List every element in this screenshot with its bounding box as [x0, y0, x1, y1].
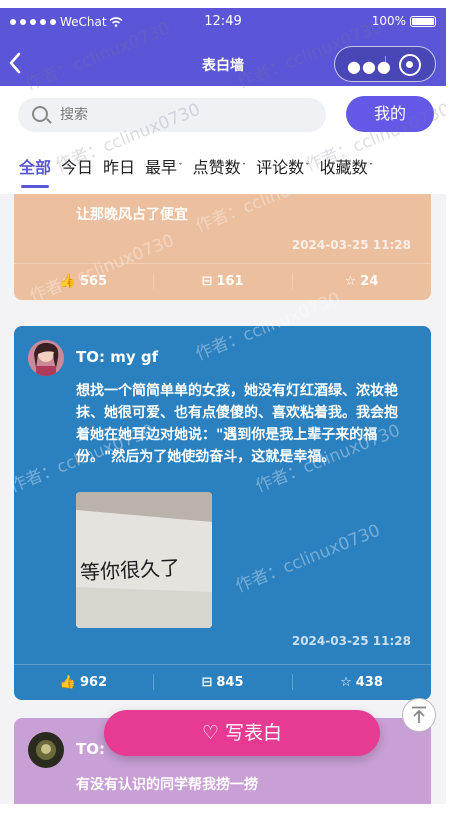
tab-label: 最早 [145, 158, 178, 177]
tab-comments[interactable]: 评论数ˇ [253, 142, 313, 194]
tab-today[interactable]: 今日 [58, 142, 96, 194]
tab-all[interactable]: 全部 [16, 142, 54, 194]
post-date: 2024-03-25 11:28 [291, 634, 411, 648]
write-confession-button[interactable]: ♡ 写表白 [104, 710, 380, 756]
comment-button[interactable]: ⊟ 845 [153, 664, 292, 700]
sort-caret-icon: ˇ [178, 163, 183, 173]
post-content: 有没有认识的同学帮我捞一捞 [76, 777, 258, 793]
thumbs-up-icon: 👍 [59, 674, 77, 690]
tab-favorites[interactable]: 收藏数ˇ [317, 142, 377, 194]
comment-icon: ⊟ [201, 273, 213, 289]
write-confession-label: 写表白 [225, 722, 283, 744]
capsule-divider [385, 56, 386, 74]
search-row: 我的 [0, 86, 446, 142]
comment-count: 845 [216, 674, 244, 690]
search-box[interactable] [18, 98, 326, 132]
heart-icon: ♡ [201, 722, 219, 744]
thumbs-up-icon: 👍 [59, 273, 77, 289]
like-count: 565 [80, 273, 108, 289]
post-photo[interactable]: 等你很久了 [76, 492, 212, 628]
recipient-label: TO: [76, 740, 105, 758]
like-count: 962 [80, 674, 108, 690]
like-button[interactable]: 👍 962 [14, 664, 153, 700]
battery-area: 100% [372, 14, 436, 28]
favorite-count: 438 [355, 674, 383, 690]
star-icon: ☆ [340, 674, 352, 690]
like-button[interactable]: 👍 565 [14, 263, 153, 299]
post-content: 想找一个简简单单的女孩，她没有灯红酒绿、浓妆艳抹、她很可爱、也有点傻傻的、喜欢粘… [76, 383, 398, 465]
favorite-button[interactable]: ☆ 438 [292, 664, 431, 700]
avatar[interactable] [28, 732, 64, 768]
favorite-count: 24 [360, 273, 379, 289]
tab-yesterday[interactable]: 昨日 [100, 142, 138, 194]
comment-icon: ⊟ [201, 674, 213, 690]
post-stats: 👍 565 ⊟ 161 ☆ 24 [14, 263, 431, 299]
search-input[interactable] [60, 104, 310, 126]
tab-label: 点赞数 [192, 158, 241, 177]
sort-caret-icon: ˇ [241, 163, 247, 173]
mini-program-capsule: ●●● [334, 46, 436, 82]
sort-tabs: 全部 今日 昨日 最早ˇ 点赞数ˇ 评论数ˇ 收藏数ˇ [0, 142, 446, 194]
favorite-button[interactable]: ☆ 24 [292, 263, 431, 299]
tab-label: 昨日 [103, 158, 136, 177]
tab-label: 收藏数 [319, 158, 368, 177]
sort-caret-icon: ˇ [368, 163, 374, 173]
post-date: 2024-03-25 11:28 [291, 238, 411, 252]
comment-count: 161 [216, 273, 244, 289]
phone-screen: WeChat 12:49 100% 表白墙 ●●● 搜索 我的 全部 今日 昨日… [0, 8, 446, 804]
tab-earliest[interactable]: 最早ˇ [142, 142, 186, 194]
status-bar: WeChat 12:49 100% [0, 8, 446, 36]
post-content: 让那晚风占了便宜 [76, 207, 188, 223]
post-card[interactable]: 让那晚风占了便宜 2024-03-25 11:28 👍 565 ⊟ 161 ☆ 24 [14, 194, 431, 300]
back-to-top-button[interactable] [402, 698, 436, 732]
avatar[interactable] [28, 340, 64, 376]
comment-button[interactable]: ⊟ 161 [153, 263, 292, 299]
tab-label: 全部 [19, 158, 52, 177]
top-bar: WeChat 12:49 100% 表白墙 ●●● [0, 8, 446, 86]
tab-label: 评论数 [256, 158, 305, 177]
arrow-up-icon [412, 706, 426, 723]
nav-bar: 表白墙 ●●● [0, 44, 446, 84]
sort-caret-icon: ˇ [305, 163, 310, 173]
mine-label: 我的 [373, 104, 406, 123]
battery-percent: 100% [371, 14, 406, 28]
battery-icon [410, 15, 436, 27]
star-icon: ☆ [344, 273, 357, 289]
tab-label: 今日 [61, 158, 94, 177]
post-card[interactable]: TO: my gf 想找一个简简单单的女孩，她没有灯红酒绿、浓妆艳抹、她很可爱、… [14, 326, 431, 700]
recipient-label: TO: my gf [76, 348, 159, 366]
target-icon[interactable] [399, 54, 421, 76]
post-stats: 👍 962 ⊟ 845 ☆ 438 [14, 664, 431, 700]
mine-button[interactable]: 我的 [346, 96, 434, 132]
search-icon [32, 106, 48, 122]
tab-likes[interactable]: 点赞数ˇ [190, 142, 250, 194]
photo-handwriting: 等你很久了 [79, 555, 181, 585]
